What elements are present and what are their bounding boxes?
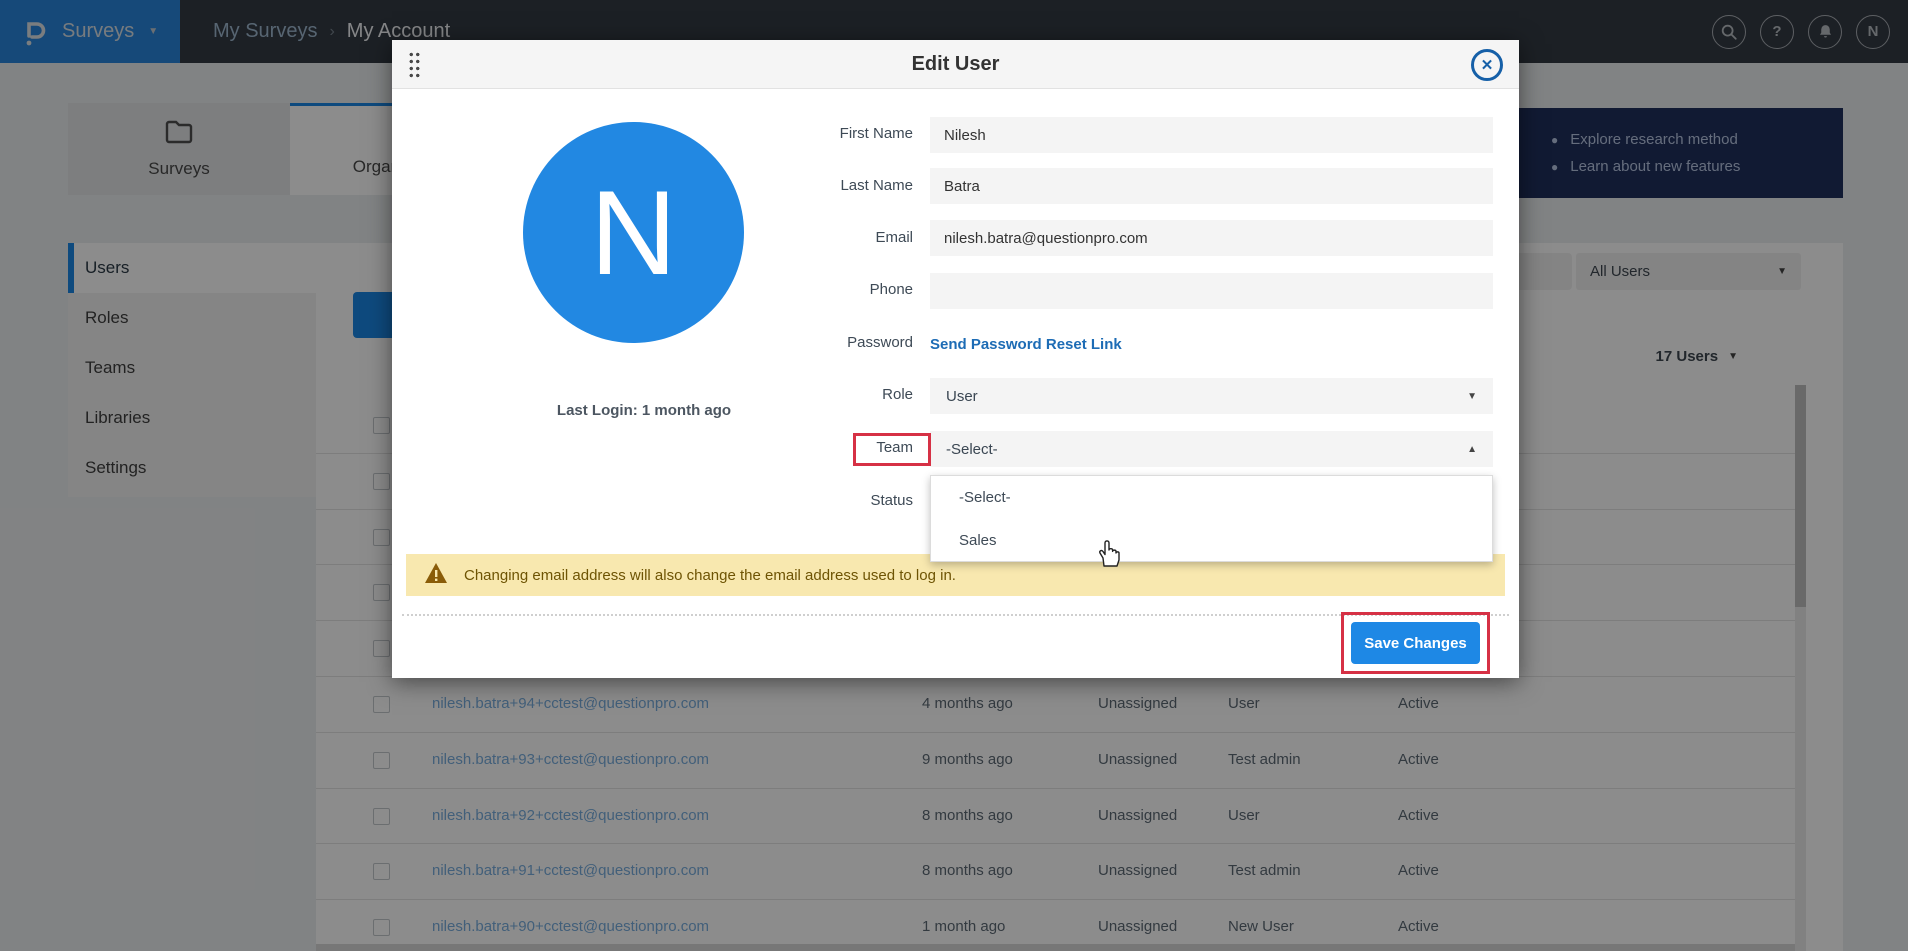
close-icon[interactable]: ✕ — [1471, 49, 1503, 81]
user-avatar: N — [523, 122, 744, 343]
first-name-field[interactable] — [930, 117, 1493, 153]
role-select-value: User — [946, 388, 978, 405]
phone-label: Phone — [763, 281, 913, 301]
last-name-label: Last Name — [763, 177, 913, 197]
password-label: Password — [763, 334, 913, 354]
caret-up-icon: ▲ — [1467, 444, 1477, 455]
avatar-initial: N — [590, 164, 677, 302]
warning-triangle-icon — [424, 562, 448, 588]
hand-cursor-icon — [1095, 538, 1121, 573]
send-password-reset-link[interactable]: Send Password Reset Link — [930, 336, 1122, 353]
team-option-sales[interactable]: Sales — [931, 519, 1492, 562]
annotation-box-team — [853, 433, 931, 466]
warning-text: Changing email address will also change … — [464, 567, 956, 584]
modal-title: Edit User — [392, 53, 1519, 76]
role-label: Role — [763, 386, 913, 406]
annotation-box-save — [1341, 612, 1490, 674]
first-name-label: First Name — [763, 125, 913, 145]
phone-field[interactable] — [930, 273, 1493, 309]
team-option-select[interactable]: -Select- — [931, 476, 1492, 519]
caret-down-icon: ▼ — [1467, 391, 1477, 402]
email-field[interactable] — [930, 220, 1493, 256]
edit-user-modal: Edit User ✕ N Last Login: 1 month ago Fi… — [392, 40, 1519, 678]
last-login-text: Last Login: 1 month ago — [524, 402, 764, 419]
app-root: Surveys ▼ My Surveys › My Account ? N Su… — [0, 0, 1908, 951]
team-select[interactable]: -Select- ▲ — [930, 431, 1493, 467]
status-label: Status — [763, 492, 913, 512]
email-label: Email — [763, 229, 913, 249]
team-select-value: -Select- — [946, 441, 998, 458]
team-dropdown-menu: -Select- Sales — [930, 475, 1493, 562]
last-name-field[interactable] — [930, 168, 1493, 204]
role-select[interactable]: User ▼ — [930, 378, 1493, 414]
